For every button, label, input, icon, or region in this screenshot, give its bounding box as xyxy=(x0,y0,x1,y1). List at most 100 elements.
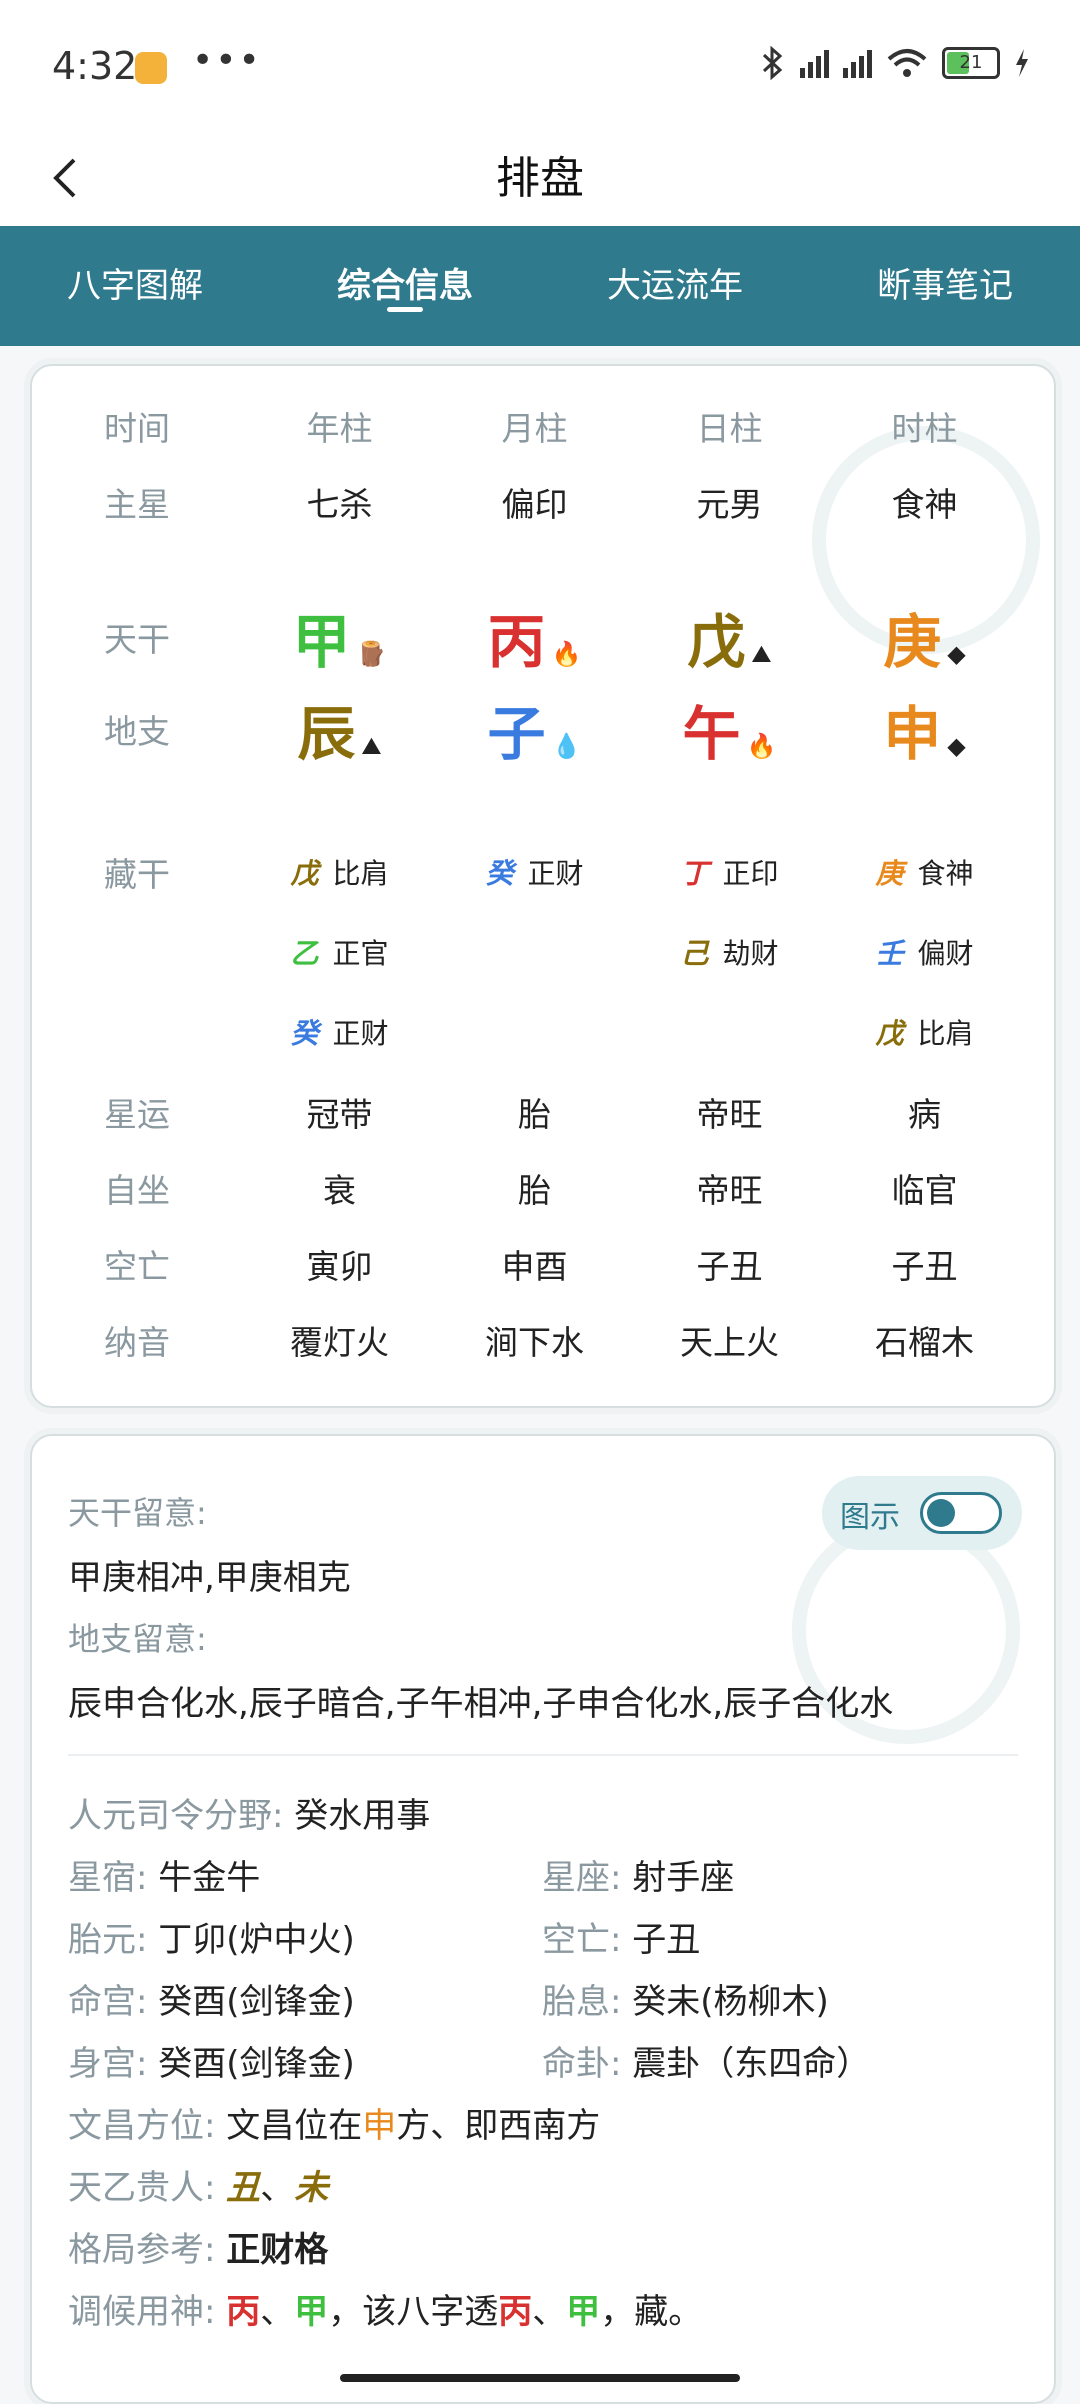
zizuo-row: 自坐 衰 胎 帝旺 临官 xyxy=(32,1158,1054,1218)
kongwang-label: 空亡: xyxy=(542,1920,622,1960)
minggua-label: 命卦: xyxy=(542,2044,622,2084)
hidden-star: 比肩 xyxy=(917,1017,974,1050)
earth-element-icon: ⛰ xyxy=(361,732,382,760)
toggle-knob xyxy=(927,1499,955,1527)
cell: 病 xyxy=(908,1095,941,1134)
battery-icon: 21 xyxy=(942,47,1000,79)
cell: 天上火 xyxy=(680,1323,779,1362)
hidden-star: 正官 xyxy=(332,937,389,970)
signal-icon-2 xyxy=(843,48,872,78)
minggua-value: 震卦（东四命） xyxy=(632,2044,871,2084)
cell: 胎 xyxy=(518,1095,551,1134)
cell: 偏印 xyxy=(501,485,568,524)
hidden-stem: 丁 xyxy=(680,857,709,890)
hidden-star: 正印 xyxy=(722,857,779,890)
tiaohou-jia: 甲 xyxy=(294,2292,329,2332)
renyuan-label: 人元司令分野: xyxy=(68,1796,284,1836)
dizhi-note: 辰申合化水,辰子暗合,子午相冲,子申合化水,辰子合化水 xyxy=(68,1684,894,1724)
hidden-stem: 癸 xyxy=(485,857,514,890)
cell: 寅卯 xyxy=(306,1247,373,1286)
main-star-row: 主星 七杀 偏印 元男 食神 xyxy=(32,472,1054,532)
wenchang-label: 文昌方位: xyxy=(68,2106,216,2146)
charging-icon xyxy=(1016,49,1028,77)
xingzuo-label: 星座: xyxy=(542,1858,622,1898)
tab-comprehensive-info[interactable]: 综合信息 xyxy=(270,226,540,346)
row-label: 空亡 xyxy=(104,1247,170,1286)
col-month: 月柱 xyxy=(501,409,568,448)
xingxiu-value: 牛金牛 xyxy=(158,1858,261,1898)
dizhi-note-label: 地支留意: xyxy=(68,1620,207,1658)
dizhi-row: 地支 辰 ⛰ 子 💧 午 🔥 申 ◆ xyxy=(32,684,1054,774)
hidden-stem: 癸 xyxy=(290,1017,319,1050)
tiaohou-jia-2: 甲 xyxy=(566,2292,601,2332)
stem-geng: 庚 xyxy=(883,608,942,676)
wenchang-highlight: 申 xyxy=(362,2106,397,2146)
tab-bazi-diagram[interactable]: 八字图解 xyxy=(0,226,270,346)
wifi-icon xyxy=(887,49,927,77)
notification-app-icon xyxy=(135,52,167,84)
cell: 石榴木 xyxy=(875,1323,974,1362)
info-card: 天干留意: 图示 甲庚相冲,甲庚相克 地支留意: 辰申合化水,辰子暗合,子午相冲… xyxy=(30,1434,1056,2404)
hidden-star: 食神 xyxy=(917,857,974,890)
branch-chen: 辰 xyxy=(297,700,356,768)
stem-bing: 丙 xyxy=(487,608,546,676)
tiangan-note-label: 天干留意: xyxy=(68,1494,207,1532)
cell: 申酉 xyxy=(501,1247,568,1286)
cell: 冠带 xyxy=(306,1095,373,1134)
geju-label: 格局参考: xyxy=(68,2230,216,2270)
tiangan-row: 天干 甲 🪵 丙 🔥 戊 ⛰ 庚 ◆ xyxy=(32,592,1054,682)
branch-shen: 申 xyxy=(883,700,942,768)
wenchang-text-end: 方、即西南方 xyxy=(396,2106,601,2146)
tab-notes[interactable]: 断事笔记 xyxy=(810,226,1080,346)
home-indicator[interactable] xyxy=(340,2374,740,2382)
hidden-stem: 庚 xyxy=(875,857,904,890)
metal-element-icon: ◆ xyxy=(947,732,966,760)
tianyi-label: 天乙贵人: xyxy=(68,2168,216,2208)
tab-dayun-liunian[interactable]: 大运流年 xyxy=(540,226,810,346)
bluetooth-icon xyxy=(762,46,783,80)
separator: 、 xyxy=(260,2292,295,2332)
tiaohou-bing-2: 丙 xyxy=(498,2292,533,2332)
row-label: 主星 xyxy=(104,485,170,524)
status-icons: 21 xyxy=(760,46,1030,80)
col-day: 日柱 xyxy=(696,409,763,448)
tiaohou-label: 调候用神: xyxy=(68,2292,216,2332)
cell: 帝旺 xyxy=(696,1095,763,1134)
row-label: 自坐 xyxy=(104,1171,170,1210)
taixi-value: 癸未(杨柳木) xyxy=(632,1982,829,2022)
row-label: 藏干 xyxy=(104,855,170,894)
xingyun-row: 星运 冠带 胎 帝旺 病 xyxy=(32,1082,1054,1142)
canggan-row-1: 藏干 戊比肩 癸正财 丁正印 庚食神 xyxy=(32,842,1054,902)
tiaohou-bing: 丙 xyxy=(226,2292,261,2332)
geju-value: 正财格 xyxy=(226,2230,329,2270)
cell: 胎 xyxy=(518,1171,551,1210)
toggle-switch[interactable] xyxy=(920,1492,1002,1534)
hidden-stem: 戊 xyxy=(875,1017,904,1050)
separator: 、 xyxy=(260,2168,295,2208)
page-title: 排盘 xyxy=(496,153,584,204)
status-bar: 4:32 ••• 21 xyxy=(0,0,1080,130)
hidden-stem: 己 xyxy=(680,937,709,970)
cell: 衰 xyxy=(323,1171,356,1210)
tianyi-value-b: 未 xyxy=(294,2168,329,2208)
header-row: 时间 年柱 月柱 日柱 时柱 xyxy=(32,396,1054,456)
col-year: 年柱 xyxy=(306,409,373,448)
row-label: 天干 xyxy=(104,620,170,659)
pillars-card: 时间 年柱 月柱 日柱 时柱 主星 七杀 偏印 元男 食神 天干 甲 🪵 丙 🔥 戊… xyxy=(30,364,1056,1408)
earth-element-icon: ⛰ xyxy=(751,640,772,668)
cell: 子丑 xyxy=(891,1247,958,1286)
tab-bar: 八字图解 综合信息 大运流年 断事笔记 xyxy=(0,226,1080,346)
kongwang-row: 空亡 寅卯 申酉 子丑 子丑 xyxy=(32,1234,1054,1294)
cell: 涧下水 xyxy=(485,1323,584,1362)
signal-icon xyxy=(800,48,829,78)
row-label: 时间 xyxy=(104,409,170,448)
diagram-toggle[interactable]: 图示 xyxy=(822,1476,1022,1550)
tianyi-value-a: 丑 xyxy=(226,2168,261,2208)
hidden-star: 偏财 xyxy=(917,937,974,970)
cell: 食神 xyxy=(891,485,958,524)
renyuan-value: 癸水用事 xyxy=(294,1796,431,1836)
row-label: 星运 xyxy=(104,1095,170,1134)
cell: 子丑 xyxy=(696,1247,763,1286)
minggong-value: 癸酉(剑锋金) xyxy=(158,1982,355,2022)
wenchang-text: 文昌位在 xyxy=(226,2106,363,2146)
